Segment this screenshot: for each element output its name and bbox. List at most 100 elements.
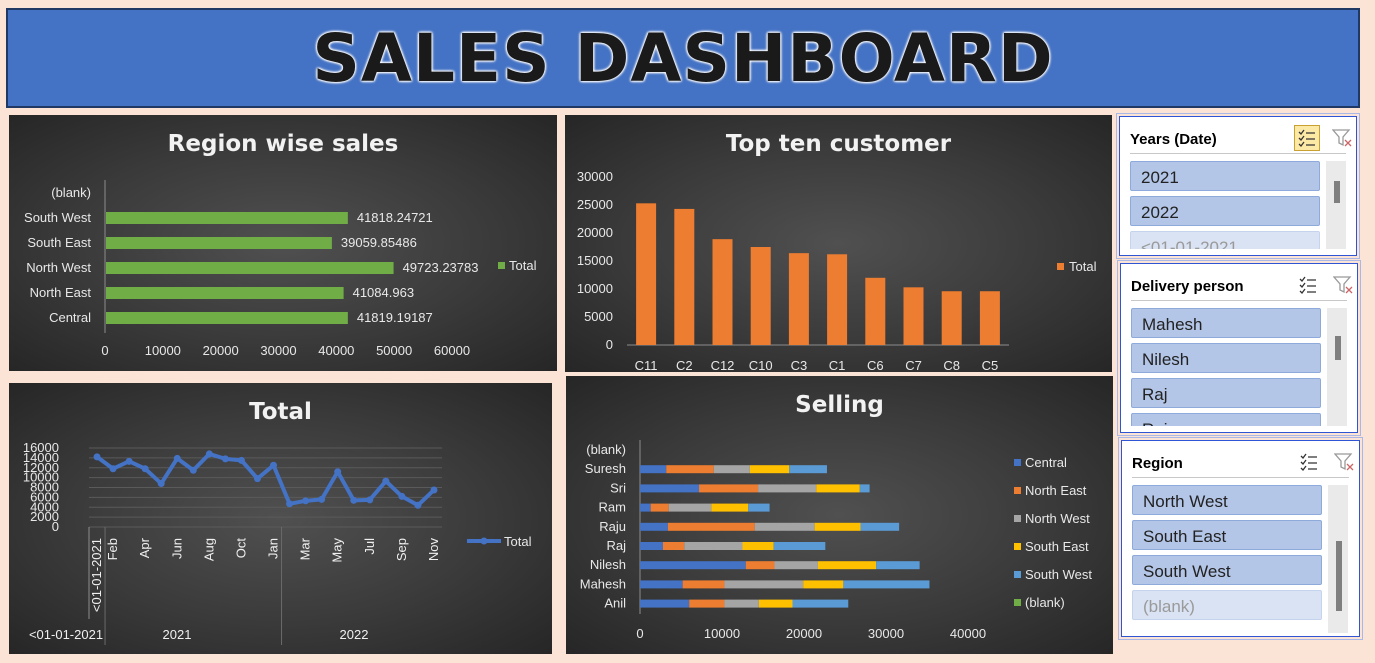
multi-select-icon	[1298, 129, 1315, 147]
y-tick-label: (blank)	[586, 442, 626, 457]
bar	[106, 212, 348, 224]
slicer-item[interactable]: Raj	[1131, 378, 1321, 408]
slicer-delivery-header: Delivery person	[1131, 270, 1353, 301]
slicer-scrollbar[interactable]	[1327, 308, 1347, 426]
slicer-item[interactable]: <01-01-2021	[1130, 231, 1320, 249]
bar-segment	[816, 484, 860, 493]
legend-swatch	[1014, 487, 1021, 494]
y-tick-label: 16000	[23, 440, 59, 455]
bar	[979, 291, 1000, 345]
x-tick-label: C2	[676, 358, 693, 372]
legend-label: Total	[504, 534, 532, 549]
slicer-delivery-person[interactable]: Delivery person Mahesh Nilesh Raj Raju	[1117, 260, 1361, 436]
slicer-region[interactable]: Region North West South East South West …	[1118, 437, 1363, 640]
slicer-item[interactable]: Raju	[1131, 413, 1321, 426]
bar-segment	[650, 503, 669, 512]
y-tick-label: North East	[30, 285, 92, 300]
top-customer-chart[interactable]: Top ten customer 0 5000 10000 15000 20000 250…	[565, 115, 1112, 372]
total-line-chart[interactable]: Total 0 2000 4000 6000 8000 10000 12000 14000 16…	[9, 383, 552, 654]
bar-segment	[754, 522, 815, 531]
bar-segment	[724, 580, 804, 589]
bar	[106, 237, 332, 249]
x-tick-label: 20000	[203, 343, 239, 358]
bar	[903, 287, 924, 345]
multi-select-icon	[1300, 453, 1317, 471]
slicer-item[interactable]: 2022	[1130, 196, 1320, 226]
legend-swatch	[498, 262, 505, 269]
bar-segment	[792, 599, 849, 608]
slicer-delivery-items: Mahesh Nilesh Raj Raju	[1131, 308, 1321, 426]
bar-segment	[758, 599, 793, 608]
legend-label: Total	[1069, 259, 1097, 274]
clear-filter-button[interactable]	[1332, 449, 1358, 475]
slicer-region-title: Region	[1132, 455, 1183, 472]
bar-segment	[667, 522, 755, 531]
data-label: 41084.963	[353, 285, 414, 300]
y-tick-label: 10000	[577, 281, 613, 296]
data-point	[189, 466, 197, 474]
data-point	[109, 465, 117, 473]
total-chart-plot: 0200040006000800010000120001400016000<01…	[23, 440, 532, 645]
bar	[827, 254, 848, 345]
bar-segment	[724, 599, 759, 608]
slicer-scrollbar[interactable]	[1326, 161, 1346, 249]
data-point	[318, 495, 326, 503]
slicer-item[interactable]: North West	[1132, 485, 1322, 515]
data-label: 41818.24721	[357, 210, 433, 225]
region-sales-chart[interactable]: Region wise sales (blank) South West 41818…	[9, 115, 557, 371]
multi-select-button[interactable]	[1294, 125, 1320, 151]
y-tick-label: 30000	[577, 169, 613, 184]
slicer-scroll-thumb[interactable]	[1335, 336, 1341, 360]
bar-segment	[803, 580, 844, 589]
slicer-item[interactable]: Nilesh	[1131, 343, 1321, 373]
bar-segment	[758, 484, 817, 493]
clear-filter-button[interactable]	[1331, 272, 1357, 298]
clear-filter-button[interactable]	[1330, 125, 1356, 151]
x-tick-label: 20000	[786, 626, 822, 641]
legend-label: (blank)	[1025, 595, 1065, 610]
slicer-item[interactable]: South West	[1132, 555, 1322, 585]
bar-segment	[774, 561, 818, 570]
x-tick-label: C8	[943, 358, 960, 372]
y-tick-label: South East	[27, 235, 91, 250]
slicer-item[interactable]: Mahesh	[1131, 308, 1321, 338]
data-point	[414, 501, 422, 509]
y-tick-label: Anil	[604, 596, 626, 611]
x-tick-label: Sep	[394, 538, 409, 561]
bar-segment	[814, 522, 861, 531]
x-tick-label: Oct	[233, 538, 248, 559]
x-tick-label: C6	[867, 358, 884, 372]
slicer-scroll-thumb[interactable]	[1334, 181, 1340, 203]
year-label: 2021	[163, 627, 192, 642]
data-point	[221, 455, 229, 463]
bar-segment	[640, 580, 683, 589]
slicer-item[interactable]: 2021	[1130, 161, 1320, 191]
slicer-years[interactable]: Years (Date) 2021 2022 <01-01-2021	[1116, 113, 1360, 259]
bar-segment	[745, 561, 775, 570]
x-tick-label: <01-01-2021	[89, 538, 104, 612]
x-tick-label: C1	[829, 358, 846, 372]
selling-chart[interactable]: Selling (blank) Suresh Sri Ram Raju Raj Nilesh…	[566, 376, 1113, 654]
bar-segment	[640, 484, 700, 493]
x-tick-label: 30000	[260, 343, 296, 358]
x-tick-label: C5	[982, 358, 999, 372]
data-point	[173, 454, 181, 462]
bar-segment	[640, 599, 690, 608]
x-tick-label: Aug	[201, 538, 216, 561]
bar-segment	[682, 580, 725, 589]
y-tick-label: (blank)	[51, 185, 91, 200]
y-tick-label: 0	[606, 337, 613, 352]
data-point	[382, 477, 390, 485]
multi-select-button[interactable]	[1295, 272, 1321, 298]
multi-select-button[interactable]	[1296, 449, 1322, 475]
slicer-item[interactable]: South East	[1132, 520, 1322, 550]
x-tick-label: C3	[791, 358, 808, 372]
x-tick-label: Apr	[137, 537, 152, 558]
data-point	[253, 475, 261, 483]
bar-segment	[640, 561, 746, 570]
slicer-scrollbar[interactable]	[1328, 485, 1348, 633]
bar-segment	[699, 484, 759, 493]
y-tick-label: 20000	[577, 225, 613, 240]
slicer-scroll-thumb[interactable]	[1336, 541, 1342, 611]
slicer-item[interactable]: (blank)	[1132, 590, 1322, 620]
